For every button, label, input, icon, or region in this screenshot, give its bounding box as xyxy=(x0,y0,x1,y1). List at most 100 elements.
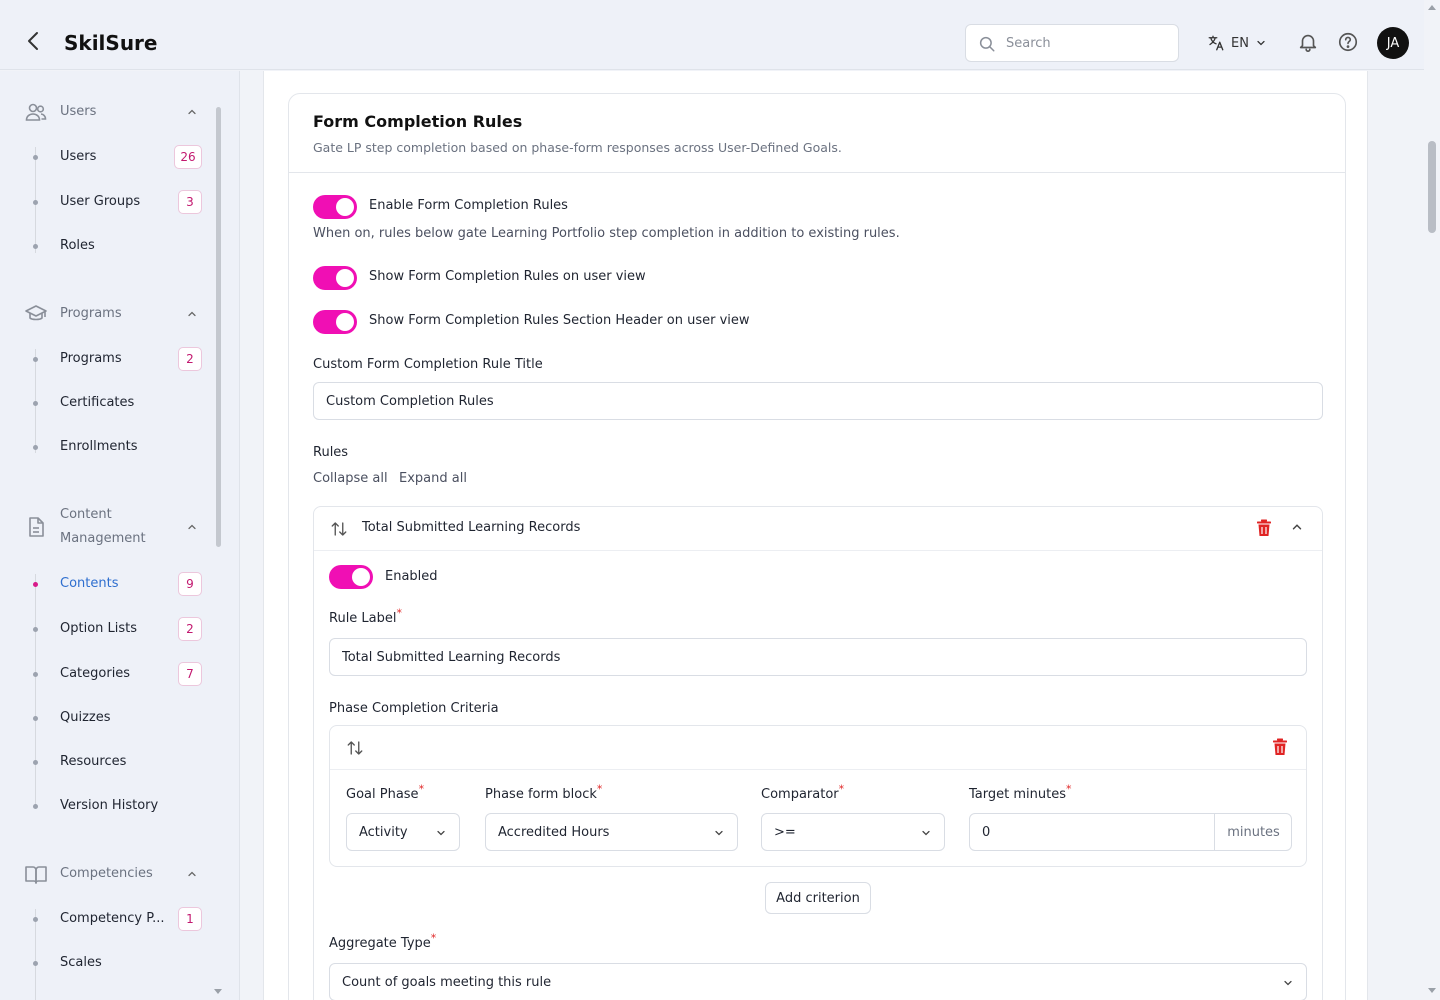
aggregate-type-select[interactable]: Count of goals meeting this rule xyxy=(329,963,1307,1000)
chevron-up-icon[interactable] xyxy=(186,868,198,880)
sidebar-item-enrollments[interactable]: Enrollments xyxy=(0,435,239,459)
required-marker: * xyxy=(430,931,437,945)
chevron-down-icon xyxy=(715,830,723,836)
main-content: Form Completion Rules Gate LP step compl… xyxy=(263,71,1368,1000)
sidebar-group-programs[interactable]: Programs xyxy=(24,302,196,326)
collapse-all-button[interactable]: Collapse all xyxy=(313,471,388,486)
show-on-user-view-label: Show Form Completion Rules on user view xyxy=(369,269,646,284)
sidebar-item-scales[interactable]: Scales xyxy=(0,951,239,975)
custom-title-label: Custom Form Completion Rule Title xyxy=(313,357,543,372)
sidebar-item-quizzes[interactable]: Quizzes xyxy=(0,706,239,730)
sidebar-group-competencies[interactable]: Competencies xyxy=(24,862,196,886)
sidebar-item-roles[interactable]: Roles xyxy=(0,234,239,258)
page-scrollbar[interactable] xyxy=(1424,0,1440,1000)
back-chevron-icon[interactable] xyxy=(22,29,46,53)
add-criterion-button[interactable]: Add criterion xyxy=(765,882,871,914)
chevron-up-icon[interactable] xyxy=(1290,520,1304,534)
scroll-up-icon[interactable] xyxy=(1428,5,1436,10)
scrollbar-thumb[interactable] xyxy=(1428,141,1436,233)
enable-rules-label: Enable Form Completion Rules xyxy=(369,198,568,213)
sidebar-item-version-history[interactable]: Version History xyxy=(0,794,239,818)
phase-form-block-select[interactable]: Accredited Hours xyxy=(485,813,738,851)
sidebar-item-contents[interactable]: Contents 9 xyxy=(0,572,239,596)
book-open-icon xyxy=(25,866,47,884)
sidebar-item-categories[interactable]: Categories 7 xyxy=(0,662,239,686)
search-icon xyxy=(979,36,995,52)
sidebar-scroll-down-icon[interactable] xyxy=(214,989,222,994)
sidebar-item-programs[interactable]: Programs 2 xyxy=(0,347,239,371)
target-minutes-text: Target minutes xyxy=(969,787,1066,802)
sidebar-group-users[interactable]: Users xyxy=(24,100,196,124)
reorder-arrows-icon[interactable] xyxy=(346,739,364,757)
sidebar-item-resources[interactable]: Resources xyxy=(0,750,239,774)
toggle-knob xyxy=(336,313,354,331)
phase-form-block-label: Phase form block* xyxy=(485,784,602,802)
comparator-label: Comparator* xyxy=(761,784,844,802)
goal-phase-text: Goal Phase xyxy=(346,787,419,802)
sidebar-item-competency-profiles[interactable]: Competency P... 1 xyxy=(0,907,239,931)
count-badge: 7 xyxy=(178,662,202,686)
reorder-arrows-icon[interactable] xyxy=(330,520,348,538)
comparator-select[interactable]: >= xyxy=(761,813,945,851)
sidebar-item-label: Categories xyxy=(60,666,131,681)
sidebar-item-label: Version History xyxy=(60,798,159,813)
translate-icon xyxy=(1208,35,1224,51)
expand-all-button[interactable]: Expand all xyxy=(399,471,467,486)
form-completion-rules-card: Form Completion Rules Gate LP step compl… xyxy=(288,93,1346,1000)
sidebar: Users Users 26 User Groups 3 Roles Progr… xyxy=(0,71,240,1000)
minutes-suffix: minutes xyxy=(1214,814,1291,850)
sidebar-item-user-groups[interactable]: User Groups 3 xyxy=(0,190,239,214)
target-minutes-label: Target minutes* xyxy=(969,784,1071,802)
chevron-down-icon xyxy=(922,830,930,836)
sidebar-item-label: Scales xyxy=(60,955,102,970)
sidebar-group-label: Programs xyxy=(60,306,122,321)
enable-rules-toggle[interactable] xyxy=(313,195,357,219)
target-minutes-field: minutes xyxy=(969,813,1292,851)
rule-panel-header[interactable]: Total Submitted Learning Records xyxy=(314,507,1322,551)
rule-label-text: Rule Label xyxy=(329,611,397,626)
sidebar-group-content-management[interactable]: Content Management xyxy=(24,507,196,546)
sidebar-item-label: Contents xyxy=(60,576,119,591)
chevron-down-icon xyxy=(437,830,445,836)
rule-panel: Total Submitted Learning Records Enabled… xyxy=(313,506,1323,1000)
sidebar-item-label: Option Lists xyxy=(60,621,138,636)
sidebar-item-label: Certificates xyxy=(60,395,135,410)
count-badge: 2 xyxy=(178,347,202,371)
custom-title-input[interactable] xyxy=(313,382,1323,420)
target-minutes-input[interactable] xyxy=(970,814,1214,850)
sidebar-item-users[interactable]: Users 26 xyxy=(0,145,239,169)
search-box[interactable] xyxy=(965,24,1179,62)
chevron-up-icon[interactable] xyxy=(186,521,198,533)
trash-icon[interactable] xyxy=(1272,738,1288,756)
sidebar-item-label: Programs xyxy=(60,351,122,366)
trash-icon[interactable] xyxy=(1256,519,1272,537)
sidebar-item-option-lists[interactable]: Option Lists 2 xyxy=(0,617,239,641)
rule-enabled-label: Enabled xyxy=(385,569,438,584)
select-value: >= xyxy=(774,825,796,840)
sidebar-scrollbar[interactable] xyxy=(216,107,221,547)
sidebar-group-label-line2: Management xyxy=(60,531,146,546)
goal-phase-label: Goal Phase* xyxy=(346,784,424,802)
show-on-user-view-toggle[interactable] xyxy=(313,266,357,290)
chevron-up-icon[interactable] xyxy=(186,106,198,118)
help-icon[interactable] xyxy=(1337,31,1359,57)
sidebar-item-dot xyxy=(33,672,38,677)
required-marker: * xyxy=(418,782,425,796)
rule-label-input[interactable] xyxy=(329,638,1307,676)
show-section-header-toggle[interactable] xyxy=(313,310,357,334)
goal-phase-select[interactable]: Activity xyxy=(346,813,460,851)
chevron-up-icon[interactable] xyxy=(186,308,198,320)
scroll-down-icon[interactable] xyxy=(1428,988,1436,993)
sidebar-item-dot xyxy=(33,582,38,587)
sidebar-item-dot xyxy=(33,244,38,249)
aggregate-type-label: Aggregate Type* xyxy=(329,933,436,951)
select-value: Accredited Hours xyxy=(498,825,610,840)
bell-icon[interactable] xyxy=(1297,31,1319,57)
rule-enabled-toggle[interactable] xyxy=(329,565,373,589)
language-selector[interactable]: EN xyxy=(1207,33,1267,53)
avatar[interactable]: JA xyxy=(1377,27,1409,59)
comparator-text: Comparator xyxy=(761,787,839,802)
search-input[interactable] xyxy=(1006,34,1166,52)
count-badge: 9 xyxy=(178,572,202,596)
sidebar-item-certificates[interactable]: Certificates xyxy=(0,391,239,415)
